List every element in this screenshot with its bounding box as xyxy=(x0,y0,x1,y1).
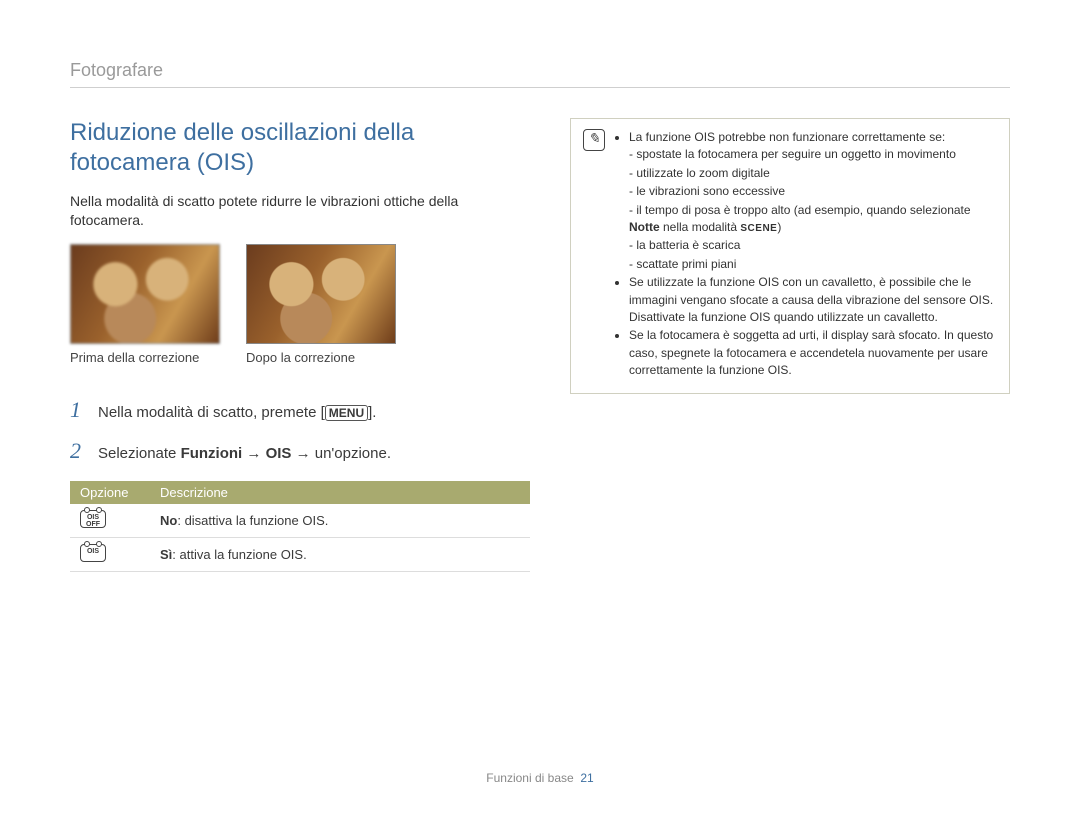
note-bullet: Se utilizzate la funzione OIS con un cav… xyxy=(629,274,997,326)
note-sub-item: le vibrazioni sono eccessive xyxy=(629,183,997,200)
step-2: 2 Selezionate Funzioni → OIS → un'opzion… xyxy=(70,434,530,467)
note-sub-item: il tempo di posa è troppo alto (ad esemp… xyxy=(629,202,997,237)
note-icon: ✎ xyxy=(583,129,605,151)
step-text: ]. xyxy=(368,404,376,421)
step-1: 1 Nella modalità di scatto, premete [MEN… xyxy=(70,393,530,426)
option-desc: : disattiva la funzione OIS. xyxy=(177,513,328,528)
step-text: → un'opzione. xyxy=(291,445,391,462)
ois-off-icon: OIS OFF xyxy=(80,510,106,528)
step-text-bold: Funzioni xyxy=(181,445,243,462)
note-sub-item: scattate primi piani xyxy=(629,256,997,273)
note-notte-bold: Notte xyxy=(629,220,660,234)
step-number: 2 xyxy=(70,434,84,467)
intro-text: Nella modalità di scatto potete ridurre … xyxy=(70,192,530,230)
option-desc: : attiva la funzione OIS. xyxy=(172,547,306,562)
table-header-desc: Descrizione xyxy=(150,481,530,504)
note-box: ✎ La funzione OIS potrebbe non funzionar… xyxy=(570,118,1010,394)
note-sub-item: la batteria è scarica xyxy=(629,237,997,254)
table-row: OIS Sì: attiva la funzione OIS. xyxy=(70,537,530,571)
table-header-option: Opzione xyxy=(70,481,150,504)
note-bullet: Se la fotocamera è soggetta ad urti, il … xyxy=(629,327,997,379)
step-text: Nella modalità di scatto, premete [ xyxy=(98,404,325,421)
breadcrumb: Fotografare xyxy=(70,60,1010,81)
options-table: Opzione Descrizione OIS OFF No: disattiv… xyxy=(70,481,530,572)
page-footer: Funzioni di base 21 xyxy=(0,771,1080,785)
before-caption: Prima della correzione xyxy=(70,350,220,365)
ois-on-icon: OIS xyxy=(80,544,106,562)
step-text-bold: OIS xyxy=(266,445,292,462)
after-caption: Dopo la correzione xyxy=(246,350,396,365)
menu-badge: MENU xyxy=(325,405,368,421)
after-correction-image xyxy=(246,244,396,344)
option-label: Sì xyxy=(160,547,172,562)
note-sub-item: spostate la fotocamera per seguire un og… xyxy=(629,146,997,163)
divider xyxy=(70,87,1010,88)
before-correction-image xyxy=(70,244,220,344)
scene-badge: SCENE xyxy=(740,223,777,234)
footer-page-number: 21 xyxy=(580,771,593,785)
table-row: OIS OFF No: disattiva la funzione OIS. xyxy=(70,504,530,538)
option-label: No xyxy=(160,513,177,528)
page-title: Riduzione delle oscillazioni della fotoc… xyxy=(70,118,530,178)
footer-section: Funzioni di base xyxy=(486,771,573,785)
step-number: 1 xyxy=(70,393,84,426)
step-text: Selezionate xyxy=(98,445,181,462)
note-sub-item: utilizzate lo zoom digitale xyxy=(629,165,997,182)
note-lead: La funzione OIS potrebbe non funzionare … xyxy=(629,130,945,144)
step-text: → xyxy=(242,445,265,462)
